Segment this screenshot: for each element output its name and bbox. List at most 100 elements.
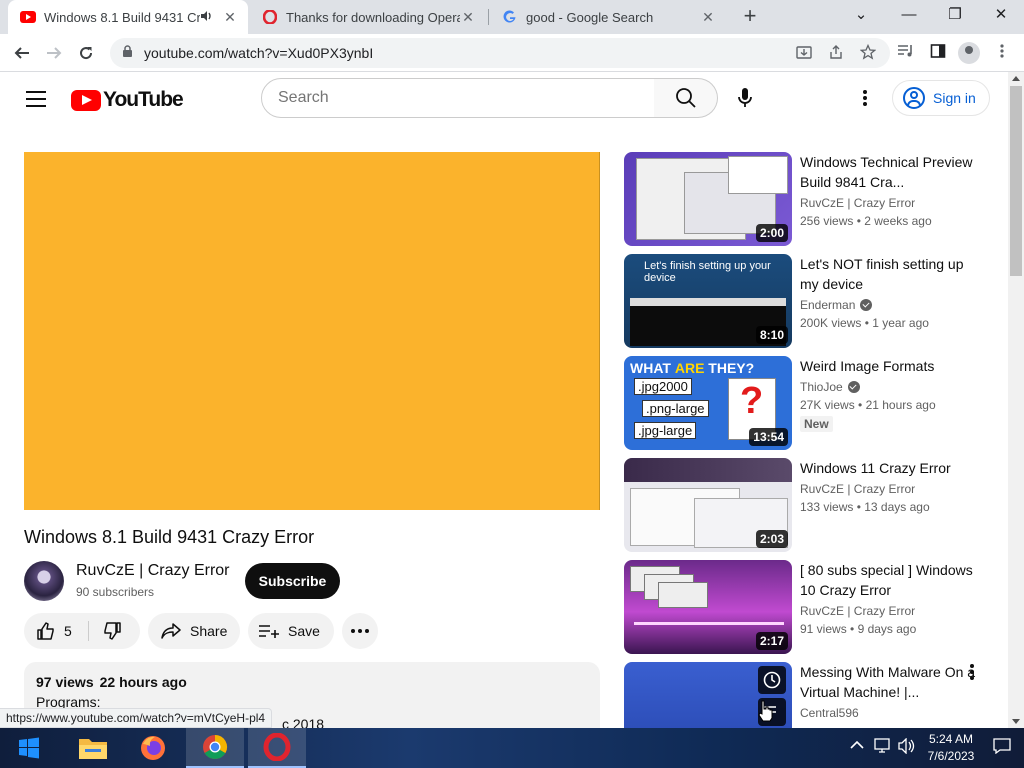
channel-avatar[interactable] — [24, 561, 64, 601]
show-hidden-icons-button[interactable] — [850, 738, 864, 753]
video-meta: 27K views • 21 hours ago — [800, 398, 936, 412]
more-actions-button[interactable] — [342, 613, 378, 649]
thumbnail-label: .png-large — [642, 400, 709, 417]
like-count: 5 — [64, 623, 72, 639]
view-count: 133 views — [800, 500, 854, 514]
channel-name: ThioJoe — [800, 380, 843, 394]
tab-search-icon[interactable]: ⌄ — [838, 0, 884, 30]
new-badge: New — [800, 416, 833, 432]
video-thumbnail[interactable]: 2:03 — [624, 458, 792, 552]
video-thumbnail[interactable]: WHAT ARE THEY? .jpg2000 .png-large .jpg-… — [624, 356, 792, 450]
video-title: Windows Technical Preview Build 9841 Cra… — [800, 154, 973, 190]
bookmark-star-icon[interactable] — [859, 43, 877, 63]
video-thumbnail[interactable]: Let's finish setting up your device 8:10 — [624, 254, 792, 348]
share-button[interactable]: Share — [148, 613, 240, 649]
share-label: Share — [190, 623, 228, 639]
duration-badge: 2:00 — [755, 224, 788, 242]
dislike-button[interactable] — [102, 621, 122, 641]
upload-age: 21 hours ago — [865, 398, 936, 412]
forward-button[interactable] — [40, 39, 68, 67]
playlist-add-icon — [259, 625, 279, 638]
address-bar[interactable]: youtube.com/watch?v=Xud0PX3ynbI — [110, 38, 890, 68]
close-tab-icon[interactable]: ✕ — [460, 9, 476, 25]
scroll-up-arrow-icon[interactable] — [1012, 76, 1020, 81]
recommended-video[interactable]: 2:00 Windows Technical Preview Build 984… — [624, 152, 994, 246]
upload-age: 13 days ago — [864, 500, 930, 514]
tab-title: Thanks for downloading Opera — [286, 9, 460, 25]
share-page-icon[interactable] — [828, 44, 844, 63]
speaker-icon[interactable] — [200, 10, 216, 25]
video-thumbnail[interactable]: 2:17 — [624, 560, 792, 654]
tab-google[interactable]: good - Google Search ✕ — [490, 0, 726, 34]
link-status-bar: https://www.youtube.com/watch?v=mVtCyeH-… — [0, 708, 273, 728]
recommended-video[interactable]: Let's finish setting up your device 8:10… — [624, 254, 994, 348]
volume-icon[interactable] — [898, 737, 916, 757]
video-title: Weird Image Formats — [800, 358, 935, 374]
restore-button[interactable]: ❐ — [932, 0, 978, 30]
chrome-button[interactable] — [186, 728, 244, 768]
chrome-menu-icon[interactable] — [992, 43, 1012, 63]
video-title: Messing With Malware On a Virtual Machin… — [800, 664, 976, 700]
view-count: 200K views — [800, 316, 862, 330]
reload-button[interactable] — [72, 39, 100, 67]
video-thumbnail[interactable]: 2:00 — [624, 152, 792, 246]
back-button[interactable] — [8, 39, 36, 67]
notifications-icon[interactable] — [993, 738, 1011, 757]
hamburger-menu-icon[interactable] — [26, 91, 46, 107]
close-window-button[interactable]: ✕ — [978, 0, 1024, 30]
file-explorer-button[interactable] — [64, 728, 122, 768]
settings-menu-button[interactable] — [853, 86, 877, 110]
recommended-video[interactable]: WHAT ARE THEY? .jpg2000 .png-large .jpg-… — [624, 356, 994, 450]
close-tab-icon[interactable]: ✕ — [222, 9, 238, 25]
clock-time: 5:24 AM — [928, 732, 974, 746]
media-control-icon[interactable] — [896, 43, 916, 63]
install-app-icon[interactable] — [796, 44, 812, 63]
thumbnail-headline: WHAT ARE THEY? — [630, 360, 755, 376]
youtube-logo[interactable]: YouTube — [71, 88, 184, 112]
video-menu-button[interactable] — [962, 662, 982, 682]
close-tab-icon[interactable]: ✕ — [700, 9, 716, 25]
verified-check-icon — [860, 299, 873, 311]
firefox-icon — [141, 736, 165, 760]
network-icon[interactable] — [874, 738, 892, 757]
recommended-video[interactable]: 2:03 Windows 11 Crazy Error RuvCzE | Cra… — [624, 458, 994, 552]
like-button[interactable] — [36, 621, 56, 641]
minimize-button[interactable]: — — [886, 0, 932, 30]
upload-date: 22 hours ago — [99, 674, 187, 690]
share-icon — [161, 623, 181, 639]
search-box[interactable] — [261, 78, 655, 118]
opera-button[interactable] — [248, 728, 306, 768]
system-clock[interactable]: 5:24 AM 7/6/2023 — [918, 731, 984, 765]
windows-taskbar: 5:24 AM 7/6/2023 — [0, 728, 1024, 768]
side-panel-icon[interactable] — [928, 43, 948, 63]
video-player[interactable] — [24, 152, 600, 510]
save-label: Save — [288, 623, 320, 639]
search-button[interactable] — [654, 78, 718, 118]
sign-in-label: Sign in — [933, 90, 976, 106]
search-input[interactable] — [278, 89, 654, 107]
opera-favicon-icon — [262, 9, 278, 25]
page-scrollbar[interactable] — [1008, 72, 1024, 728]
new-tab-button[interactable]: + — [738, 5, 762, 29]
voice-search-button[interactable] — [733, 86, 757, 110]
save-button[interactable]: Save — [248, 613, 334, 649]
subscribe-button[interactable]: Subscribe — [245, 563, 340, 599]
video-meta: 200K views • 1 year ago — [800, 316, 929, 330]
sign-in-button[interactable]: Sign in — [892, 80, 990, 116]
duration-badge: 2:17 — [755, 632, 788, 650]
browser-toolbar: youtube.com/watch?v=Xud0PX3ynbI — [0, 34, 1024, 72]
channel-name[interactable]: RuvCzE | Crazy Error — [76, 562, 230, 580]
scrollbar-thumb[interactable] — [1010, 86, 1022, 276]
more-vert-icon — [863, 90, 867, 106]
watch-later-icon[interactable] — [758, 666, 786, 694]
recommended-video[interactable]: 2:17 [ 80 subs special ] Windows 10 Craz… — [624, 560, 994, 654]
profile-avatar[interactable] — [958, 42, 980, 64]
lock-icon[interactable] — [122, 45, 134, 61]
tab-youtube[interactable]: Windows 8.1 Build 9431 Crazy Error ✕ — [8, 0, 248, 34]
start-button[interactable] — [0, 728, 58, 768]
channel-name: RuvCzE | Crazy Error — [800, 482, 916, 496]
tab-opera[interactable]: Thanks for downloading Opera ✕ — [250, 0, 486, 34]
youtube-header: YouTube Sign in — [0, 72, 1008, 128]
scroll-down-arrow-icon[interactable] — [1012, 719, 1020, 724]
firefox-button[interactable] — [124, 728, 182, 768]
